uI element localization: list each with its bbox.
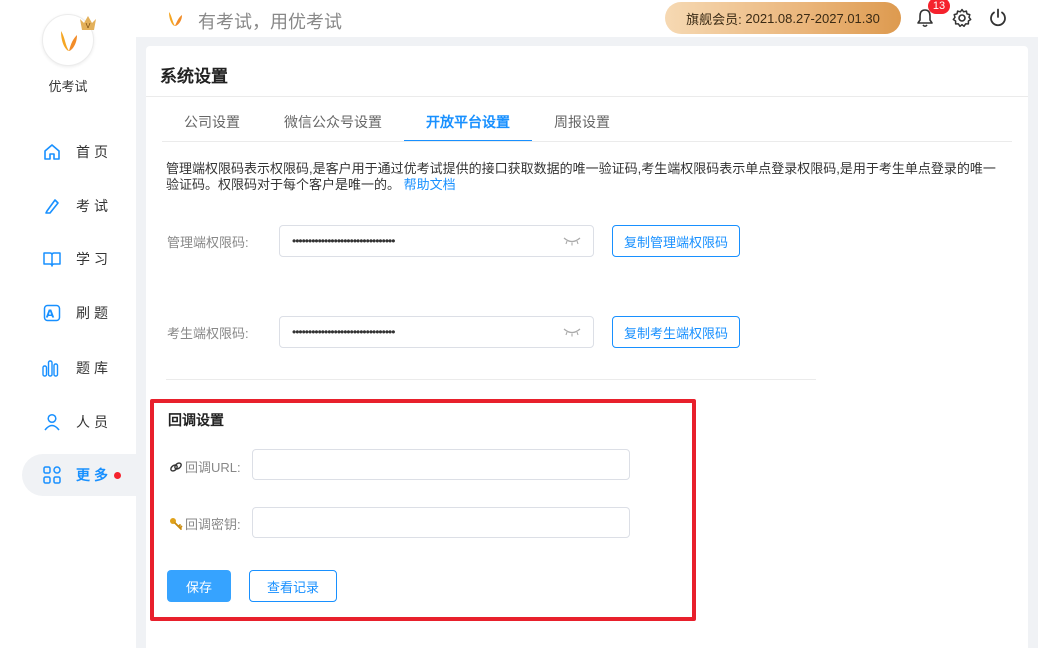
power-icon[interactable]	[988, 8, 1008, 28]
bank-icon	[42, 358, 62, 378]
grid-icon	[42, 465, 62, 485]
sidebar-item-label: 学习	[76, 251, 112, 267]
tab-weekly-report-settings[interactable]: 周报设置	[532, 102, 632, 142]
notification-dot	[114, 471, 121, 479]
sidebar-item-label: 更多	[76, 467, 112, 483]
sidebar-item-home[interactable]: 首页	[22, 131, 136, 173]
description-text: 管理端权限码表示权限码,是客户用于通过优考试提供的接口获取数据的唯一验证码,考生…	[166, 161, 996, 192]
sidebar-item-exam[interactable]: 考试	[22, 185, 136, 227]
top-bar: 有考试，用优考试 旗舰会员: 2021.08.27-2027.01.30 13	[136, 0, 1038, 37]
callback-secret-label: 回调密钥:	[169, 514, 241, 533]
callback-section-title: 回调设置	[168, 412, 224, 428]
home-icon	[42, 142, 62, 162]
sidebar: V 优考试 首页 考试 学习 A 刷题 题库 人员 更多	[0, 0, 136, 648]
sidebar-item-label: 首页	[76, 144, 112, 160]
eye-closed-icon[interactable]	[563, 326, 581, 338]
sidebar-item-study[interactable]: 学习	[22, 238, 136, 280]
callback-url-input[interactable]	[252, 449, 630, 480]
admin-code-label: 管理端权限码:	[167, 235, 249, 250]
section-divider	[166, 379, 816, 380]
student-code-field[interactable]: ••••••••••••••••••••••••••••••••	[279, 316, 594, 348]
description: 管理端权限码表示权限码,是客户用于通过优考试提供的接口获取数据的唯一验证码,考生…	[166, 161, 1006, 193]
slogan: 有考试，用优考试	[198, 12, 342, 32]
gear-icon[interactable]	[952, 8, 972, 28]
vip-membership-badge[interactable]: 旗舰会员: 2021.08.27-2027.01.30	[665, 2, 901, 34]
copy-student-code-button[interactable]: 复制考生端权限码	[612, 316, 740, 348]
callback-url-label-text: 回调URL:	[185, 460, 241, 475]
copy-admin-code-button[interactable]: 复制管理端权限码	[612, 225, 740, 257]
callback-secret-input[interactable]	[252, 507, 630, 538]
practice-icon: A	[42, 303, 62, 323]
admin-code-value: ••••••••••••••••••••••••••••••••	[292, 234, 395, 248]
view-log-button[interactable]: 查看记录	[249, 570, 337, 602]
link-icon	[170, 461, 182, 472]
tab-wechat-settings[interactable]: 微信公众号设置	[262, 102, 404, 142]
person-icon	[42, 412, 62, 432]
student-code-value: ••••••••••••••••••••••••••••••••	[292, 325, 395, 339]
key-icon	[170, 517, 183, 530]
sidebar-item-label: 考试	[76, 198, 112, 214]
app-name: 优考试	[48, 79, 88, 94]
sidebar-item-label: 刷题	[76, 305, 112, 321]
settings-tabs: 公司设置 微信公众号设置 开放平台设置 周报设置	[162, 102, 632, 142]
sidebar-item-label: 人员	[76, 414, 112, 430]
divider	[146, 96, 1028, 97]
tab-open-platform-settings[interactable]: 开放平台设置	[404, 102, 532, 142]
callback-url-label: 回调URL:	[169, 457, 241, 476]
sidebar-item-more[interactable]: 更多	[22, 454, 136, 496]
page-title: 系统设置	[160, 67, 228, 86]
exam-icon	[42, 196, 62, 216]
vip-label: 旗舰会员:	[686, 11, 742, 27]
vip-period: 2021.08.27-2027.01.30	[745, 10, 880, 26]
tab-company-settings[interactable]: 公司设置	[162, 102, 262, 142]
settings-card: 系统设置 公司设置 微信公众号设置 开放平台设置 周报设置 管理端权限码表示权限…	[146, 46, 1028, 648]
brand-leaf-icon	[169, 12, 182, 26]
save-button[interactable]: 保存	[167, 570, 231, 602]
sidebar-item-bank[interactable]: 题库	[22, 347, 136, 389]
svg-text:A: A	[46, 308, 59, 321]
sidebar-item-practice[interactable]: A 刷题	[22, 292, 136, 334]
svg-text:V: V	[86, 22, 91, 30]
callback-secret-label-text: 回调密钥:	[185, 517, 241, 532]
tabs-divider	[162, 141, 1012, 142]
notification-count-badge: 13	[928, 0, 950, 14]
vip-crown-icon: V	[80, 16, 96, 30]
admin-code-field[interactable]: ••••••••••••••••••••••••••••••••	[279, 225, 594, 257]
eye-closed-icon[interactable]	[563, 235, 581, 247]
help-doc-link[interactable]: 帮助文档	[404, 177, 456, 192]
book-icon	[42, 249, 62, 269]
student-code-label: 考生端权限码:	[167, 326, 249, 341]
sidebar-item-label: 题库	[76, 360, 112, 376]
sidebar-item-person[interactable]: 人员	[22, 401, 136, 443]
